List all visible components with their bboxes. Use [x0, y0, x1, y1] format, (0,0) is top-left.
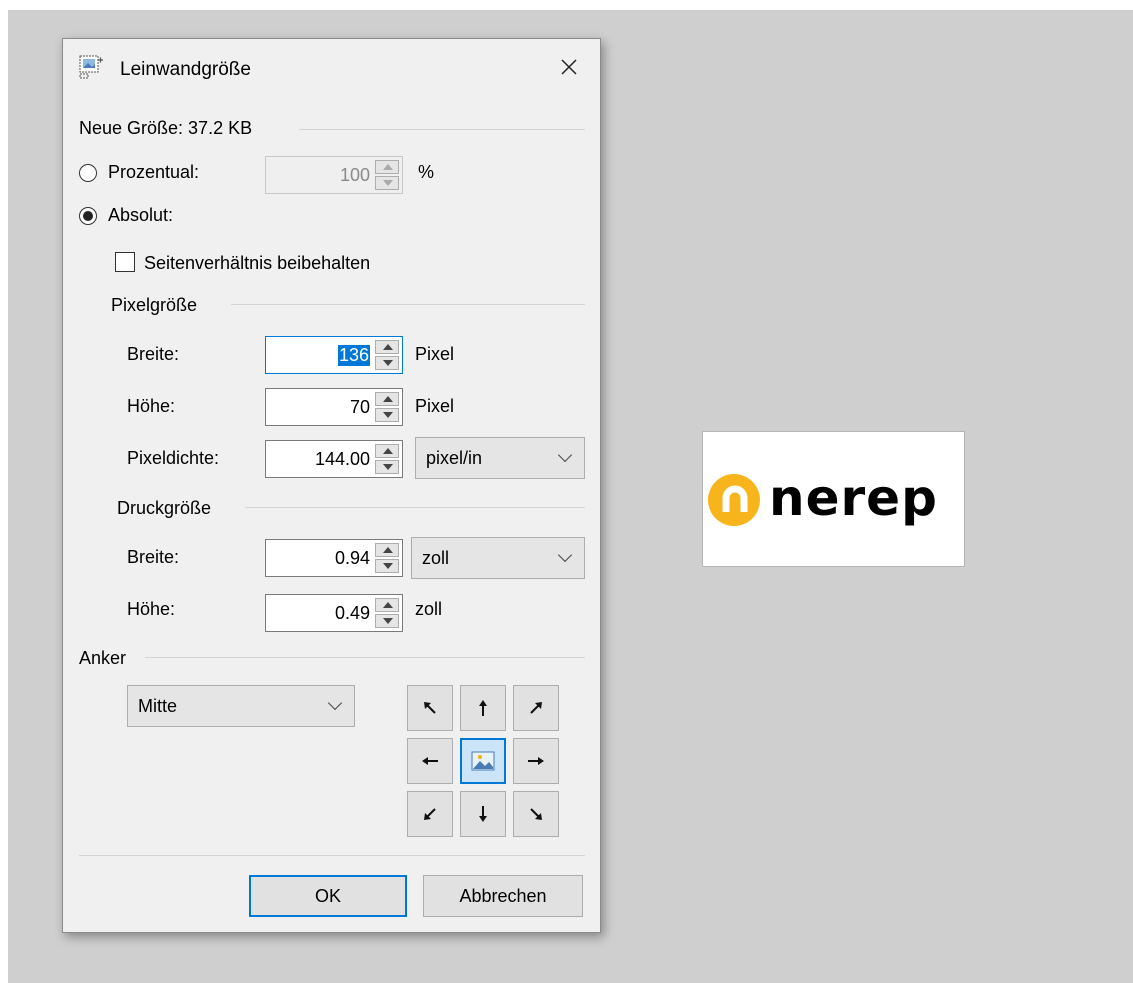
arrow-up-left-icon	[424, 702, 436, 714]
absolute-label[interactable]: Absolut:	[108, 205, 173, 226]
anchor-center-button[interactable]	[460, 738, 506, 784]
print-height-stepper-arrows[interactable]	[375, 598, 399, 628]
stepper-down-icon[interactable]	[375, 559, 399, 573]
canvas-size-dialog: Leinwandgröße Neue Größe: 37.2 KB Prozen…	[62, 38, 601, 933]
pixel-density-value: 144.00	[314, 449, 370, 469]
pixel-density-label: Pixeldichte:	[127, 448, 220, 468]
anchor-top-button[interactable]	[460, 685, 506, 731]
keep-aspect-label[interactable]: Seitenverhältnis beibehalten	[144, 253, 370, 274]
keep-aspect-checkbox[interactable]	[115, 252, 135, 272]
percent-label[interactable]: Prozentual:	[108, 162, 199, 183]
pixel-density-unit-select[interactable]: pixel/in	[415, 437, 585, 479]
arrow-down-right-icon	[530, 808, 542, 820]
print-width-stepper[interactable]: 0.94	[265, 539, 403, 577]
stepper-up-icon[interactable]	[375, 392, 399, 406]
pixel-density-unit: pixel/in	[426, 448, 483, 468]
pixel-height-unit: Pixel	[415, 396, 455, 416]
nerep-logo-icon	[708, 474, 760, 526]
stepper-up-icon[interactable]	[375, 444, 399, 458]
anchor-bottom-right-button[interactable]	[513, 791, 559, 837]
print-height-label: Höhe:	[127, 599, 176, 619]
close-button[interactable]	[549, 49, 589, 85]
arrow-down-icon	[479, 806, 487, 822]
print-width-label: Breite:	[127, 547, 180, 567]
percent-stepper[interactable]: 100	[265, 156, 403, 194]
stepper-down-icon[interactable]	[375, 460, 399, 474]
chevron-down-icon	[557, 447, 573, 463]
anchor-group-label: Anker	[79, 648, 127, 668]
pixel-width-stepper-arrows[interactable]	[375, 340, 399, 370]
pixel-height-label: Höhe:	[127, 396, 176, 416]
logo-text: nerep	[769, 469, 938, 527]
separator	[231, 304, 585, 305]
anchor-select[interactable]: Mitte	[127, 685, 355, 727]
image-icon	[471, 751, 495, 771]
stepper-down-icon[interactable]	[375, 176, 399, 190]
percent-value: 100	[339, 165, 370, 185]
separator	[245, 507, 585, 508]
pixel-width-unit: Pixel	[415, 344, 455, 364]
anchor-left-button[interactable]	[407, 738, 453, 784]
pixel-density-stepper[interactable]: 144.00	[265, 440, 403, 478]
anchor-bottom-left-button[interactable]	[407, 791, 453, 837]
print-height-unit: zoll	[415, 599, 443, 619]
print-width-unit: zoll	[422, 548, 450, 568]
stepper-up-icon[interactable]	[375, 543, 399, 557]
dialog-title: Leinwandgröße	[120, 59, 251, 80]
arrow-right-icon	[528, 757, 544, 765]
pixel-width-stepper[interactable]: 136	[265, 336, 403, 374]
arrow-left-icon	[422, 757, 438, 765]
close-icon	[561, 59, 577, 75]
arrow-up-icon	[479, 700, 487, 716]
pixel-height-stepper[interactable]: 70	[265, 388, 403, 426]
new-size-label: Neue Größe: 37.2 KB	[79, 118, 253, 138]
pixel-width-value: 136	[337, 345, 370, 366]
pixel-height-value: 70	[349, 397, 370, 417]
anchor-bottom-button[interactable]	[460, 791, 506, 837]
cancel-button[interactable]: Abbrechen	[423, 875, 583, 917]
print-width-value: 0.94	[334, 548, 370, 568]
pixel-size-group-label: Pixelgröße	[111, 295, 198, 315]
separator	[299, 129, 585, 130]
stepper-up-icon[interactable]	[375, 598, 399, 612]
print-height-stepper[interactable]: 0.49	[265, 594, 403, 632]
canvas-size-icon	[79, 55, 103, 79]
arrow-down-left-icon	[424, 808, 436, 820]
pixel-height-stepper-arrows[interactable]	[375, 392, 399, 422]
anchor-top-left-button[interactable]	[407, 685, 453, 731]
anchor-right-button[interactable]	[513, 738, 559, 784]
arrow-up-right-icon	[530, 702, 542, 714]
stepper-down-icon[interactable]	[375, 356, 399, 370]
percent-radio[interactable]	[79, 164, 97, 182]
chevron-down-icon	[327, 695, 343, 711]
chevron-down-icon	[557, 547, 573, 563]
stepper-up-icon[interactable]	[375, 340, 399, 354]
pixel-density-stepper-arrows[interactable]	[375, 444, 399, 474]
stepper-up-icon[interactable]	[375, 160, 399, 174]
percent-unit: %	[418, 162, 435, 182]
anchor-selected: Mitte	[138, 696, 178, 716]
stepper-down-icon[interactable]	[375, 614, 399, 628]
print-unit-select[interactable]: zoll	[411, 537, 585, 579]
stepper-down-icon[interactable]	[375, 408, 399, 422]
separator	[145, 657, 585, 658]
print-size-group-label: Druckgröße	[117, 498, 212, 518]
separator	[79, 855, 585, 856]
anchor-top-right-button[interactable]	[513, 685, 559, 731]
print-height-value: 0.49	[334, 603, 370, 623]
percent-stepper-arrows[interactable]	[375, 160, 399, 190]
pixel-width-label: Breite:	[127, 344, 180, 364]
absolute-radio[interactable]	[79, 207, 97, 225]
canvas-preview: nerep	[702, 431, 965, 567]
print-width-stepper-arrows[interactable]	[375, 543, 399, 573]
ok-button[interactable]: OK	[249, 875, 407, 917]
